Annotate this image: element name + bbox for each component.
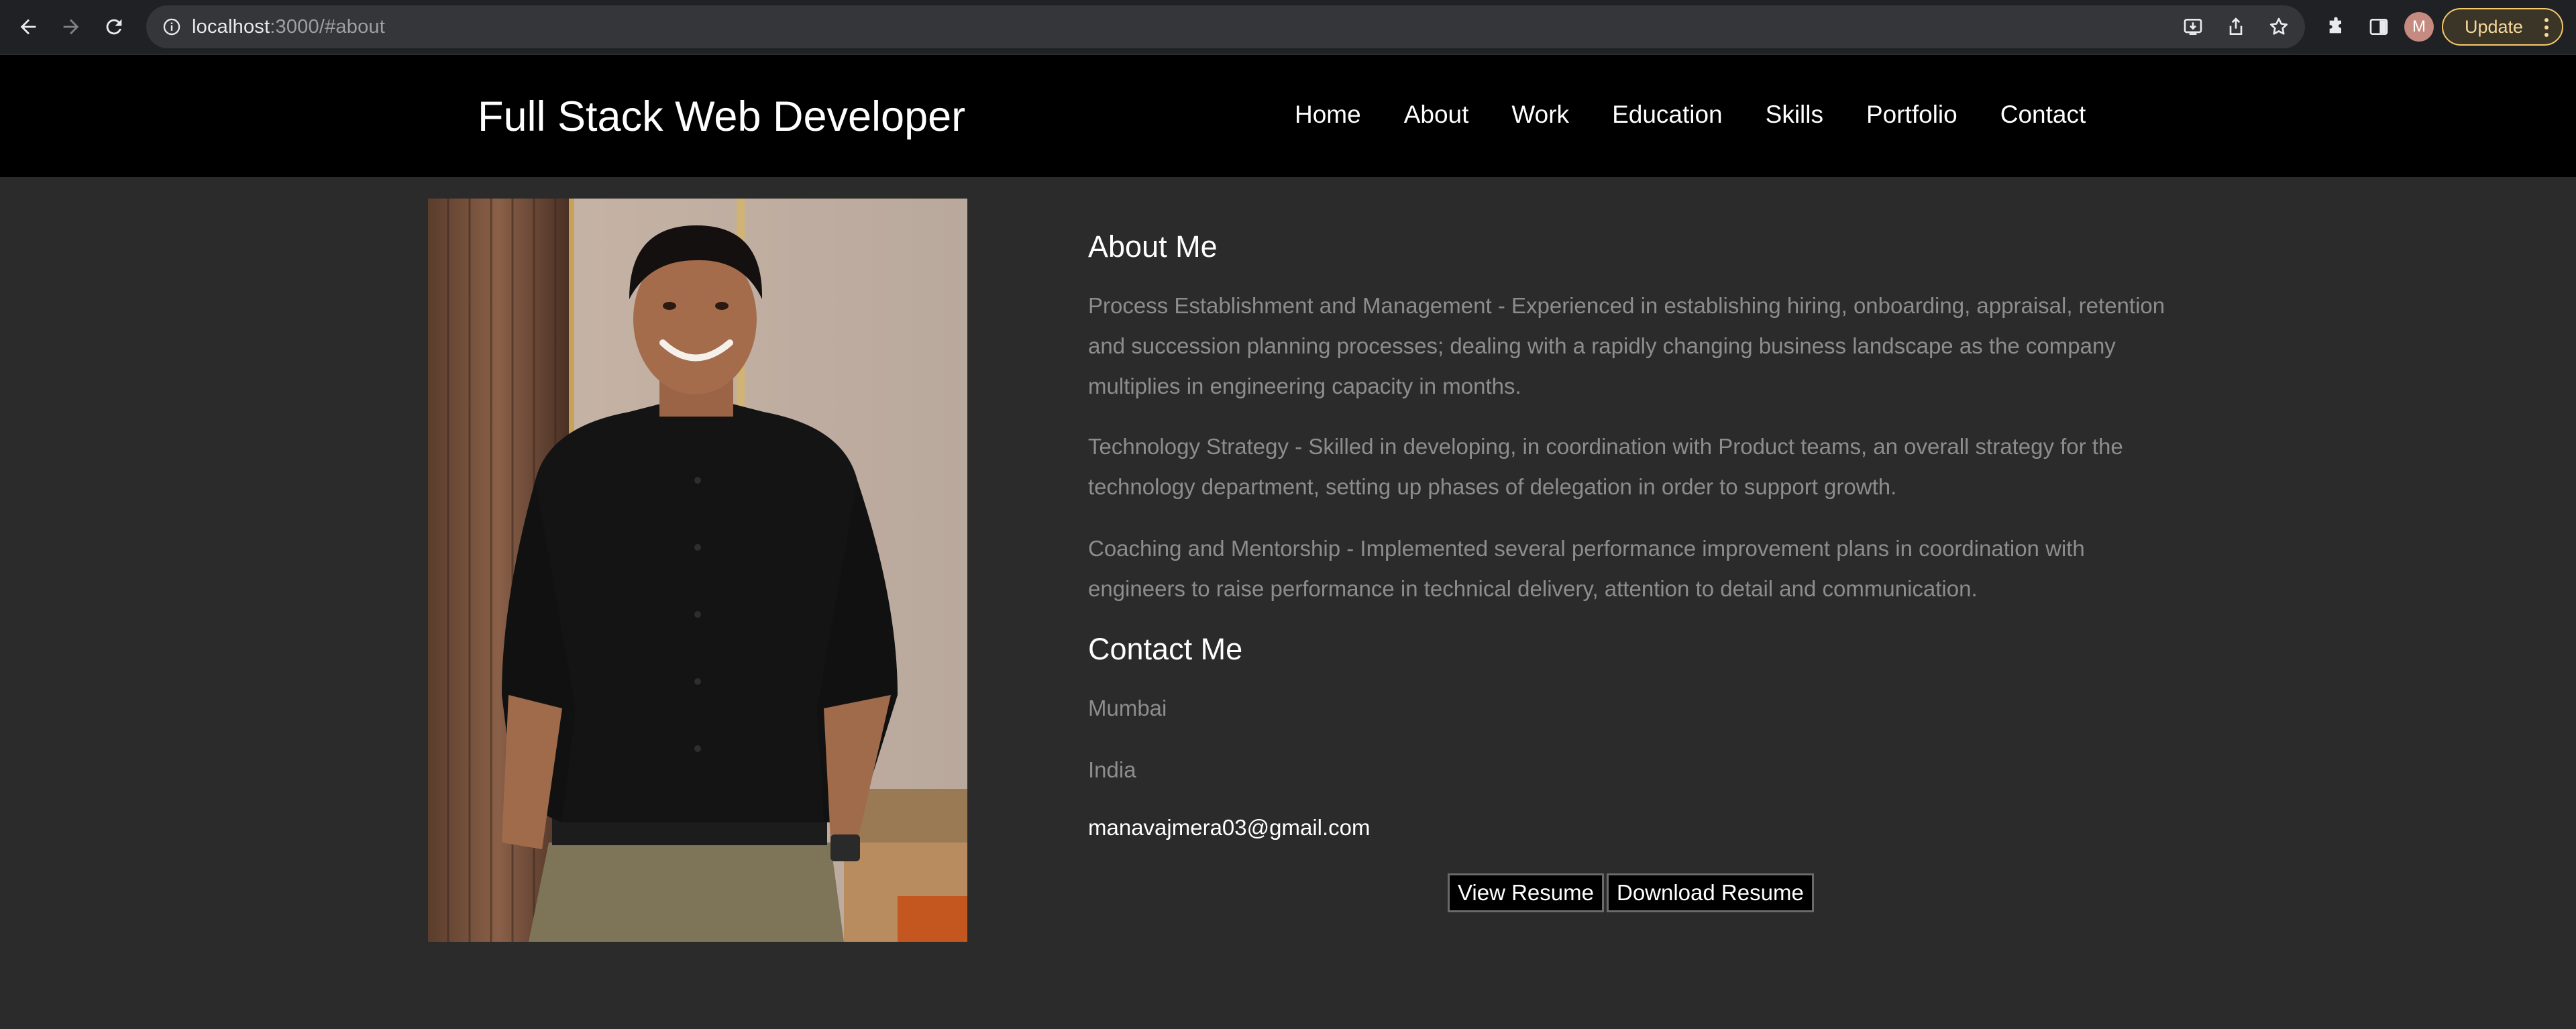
address-bar[interactable]: localhost:3000/#about [146,5,2305,48]
bookmark-star-icon[interactable] [2262,10,2296,44]
about-paragraph-strategy: Technology Strategy - Skilled in develop… [1088,434,2123,499]
nav-home[interactable]: Home [1295,101,1361,129]
share-icon[interactable] [2219,10,2253,44]
main-nav: Home About Work Education Skills Portfol… [1295,101,2086,129]
contact-city: Mumbai [1088,696,1167,720]
nav-education[interactable]: Education [1612,101,1723,129]
nav-skills[interactable]: Skills [1766,101,1823,129]
profile-photo [428,199,967,942]
url-path: :3000/#about [270,15,385,38]
about-paragraph-coaching: Coaching and Mentorship - Implemented se… [1088,536,2085,601]
view-resume-button[interactable]: View Resume [1448,873,1604,912]
reload-icon[interactable] [94,7,134,47]
url-text: localhost:3000/#about [192,16,385,38]
nav-contact[interactable]: Contact [2000,101,2086,129]
resume-buttons: View Resume Download Resume [1448,873,1814,912]
about-paragraph-process: Process Establishment and Management - E… [1088,293,2165,398]
update-label: Update [2465,16,2524,37]
nav-portfolio[interactable]: Portfolio [1866,101,1957,129]
more-menu-icon[interactable] [2543,16,2550,39]
profile-avatar[interactable]: M [2404,12,2434,42]
forward-arrow-icon[interactable] [51,7,91,47]
back-arrow-icon[interactable] [8,7,48,47]
nav-about[interactable]: About [1404,101,1469,129]
download-resume-button[interactable]: Download Resume [1606,873,1814,912]
nav-work[interactable]: Work [1511,101,1569,129]
contact-heading: Contact Me [1088,632,1243,666]
about-heading: About Me [1088,229,1218,264]
install-app-icon[interactable] [2176,10,2210,44]
site-title: Full Stack Web Developer [478,93,966,140]
side-panel-icon[interactable] [2361,9,2396,44]
browser-toolbar: localhost:3000/#about M Update [0,0,2576,54]
contact-country: India [1088,757,1136,782]
site-info-icon[interactable] [158,13,185,40]
update-button[interactable]: Update [2442,8,2564,46]
contact-email[interactable]: manavajmera03@gmail.com [1088,808,1371,848]
site-header: Full Stack Web Developer Home About Work… [0,55,2576,177]
url-host: localhost [192,15,270,38]
extensions-puzzle-icon[interactable] [2318,9,2353,44]
